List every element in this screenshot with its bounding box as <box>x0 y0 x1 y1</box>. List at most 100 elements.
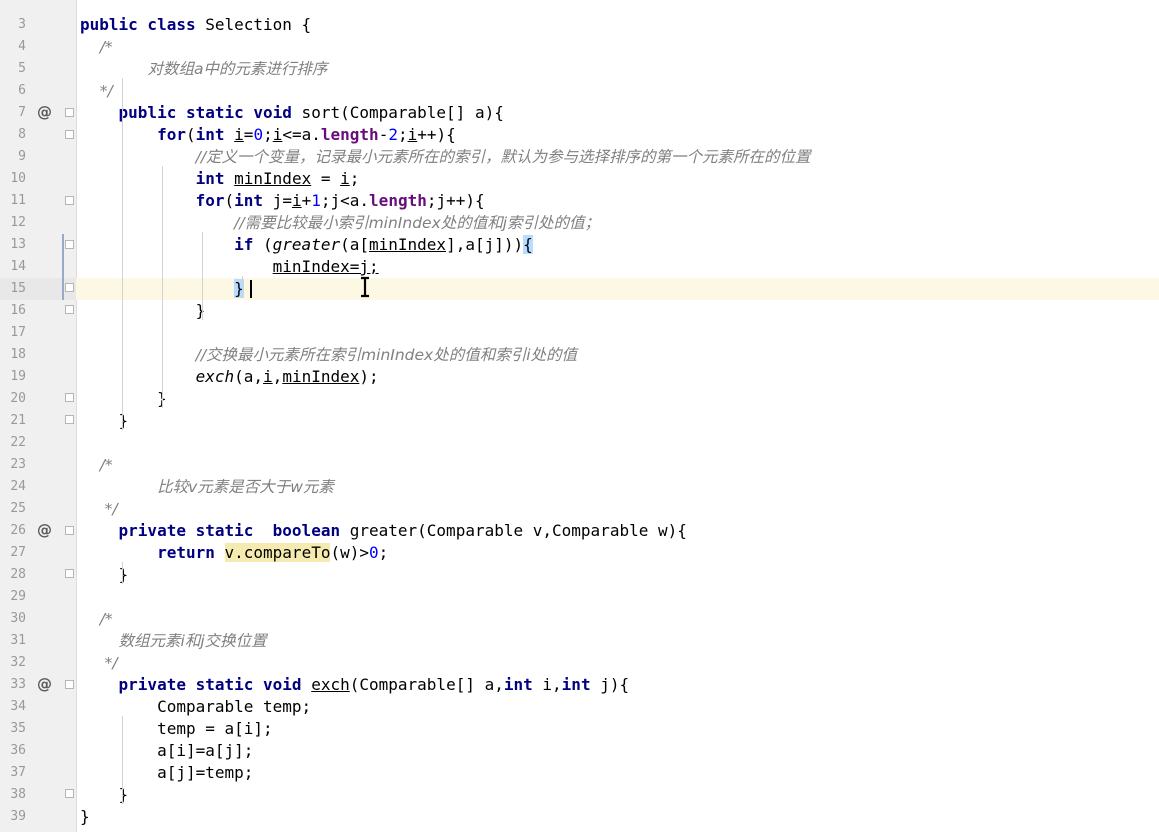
fold-marker-icon[interactable] <box>65 680 74 689</box>
at-sign-icon[interactable]: @ <box>37 103 52 121</box>
code-text[interactable]: } <box>80 389 167 409</box>
code-text[interactable]: //需要比较最小索引minIndex处的值和j索引处的值； <box>80 213 600 233</box>
code-text[interactable]: } <box>80 807 90 827</box>
code-line[interactable]: 7 @ public static void sort(Comparable[] … <box>0 102 1159 124</box>
code-text[interactable]: } <box>80 785 129 805</box>
code-text[interactable]: //定义一个变量，记录最小元素所在的索引，默认为参与选择排序的第一个元素所在的位… <box>80 147 811 167</box>
code-text[interactable]: */ <box>80 499 118 519</box>
code-line[interactable]: 32 */ <box>0 652 1159 674</box>
code-line[interactable]: 37 a[j]=temp; <box>0 762 1159 784</box>
gutter-cell: 13 <box>0 234 76 256</box>
code-line[interactable]: 23 /* <box>0 454 1159 476</box>
code-text[interactable]: */ <box>80 81 113 101</box>
code-line[interactable]: 36 a[i]=a[j]; <box>0 740 1159 762</box>
fold-marker-icon[interactable] <box>65 789 74 798</box>
code-editor[interactable]: 2 3public class Selection {4 /*5 对数组a中的元… <box>0 0 1159 832</box>
code-line[interactable]: 4 /* <box>0 36 1159 58</box>
gutter-cell: 10 <box>0 168 76 190</box>
fold-marker-icon[interactable] <box>65 305 74 314</box>
code-text[interactable]: 比较v元素是否大于w元素 <box>80 477 334 497</box>
code-line[interactable]: 10 int minIndex = i; <box>0 168 1159 190</box>
code-text[interactable]: return v.compareTo(w)>0; <box>80 543 388 563</box>
code-token: minIndex <box>282 367 360 386</box>
code-text[interactable]: exch(a,i,minIndex); <box>80 367 379 387</box>
code-text[interactable]: //交换最小元素所在索引minIndex处的值和索引i处的值 <box>80 345 577 365</box>
code-line[interactable]: 29 <box>0 586 1159 608</box>
code-token: private static <box>118 521 254 540</box>
code-text[interactable]: } <box>80 411 129 431</box>
code-text[interactable]: /* <box>80 455 113 475</box>
code-line[interactable]: 8 for(int i=0;i<=a.length-2;i++){ <box>0 124 1159 146</box>
code-line[interactable]: 15 } <box>0 278 1159 300</box>
code-text[interactable]: 对数组a中的元素进行排序 <box>80 59 327 79</box>
fold-marker-icon[interactable] <box>65 569 74 578</box>
code-line[interactable]: 5 对数组a中的元素进行排序 <box>0 58 1159 80</box>
code-line[interactable]: 35 temp = a[i]; <box>0 718 1159 740</box>
code-text[interactable]: } <box>80 301 206 321</box>
code-text[interactable]: private static boolean greater(Comparabl… <box>80 521 687 541</box>
code-text[interactable]: for(int i=0;i<=a.length-2;i++){ <box>80 125 456 145</box>
code-line[interactable]: 33 @ private static void exch(Comparable[… <box>0 674 1159 696</box>
code-line[interactable]: 14 minIndex=j; <box>0 256 1159 278</box>
code-text[interactable]: minIndex=j; <box>80 257 379 277</box>
code-line[interactable]: 30 /* <box>0 608 1159 630</box>
code-line[interactable]: 3 public class Selection { <box>0 14 1159 36</box>
code-text[interactable]: a[i]=a[j]; <box>80 741 253 761</box>
code-line[interactable]: 27 return v.compareTo(w)>0; <box>0 542 1159 564</box>
code-text[interactable]: 数组元素i和j交换位置 <box>80 631 267 651</box>
line-number: 26 <box>10 523 26 538</box>
code-line[interactable]: 18 //交换最小元素所在索引minIndex处的值和索引i处的值 <box>0 344 1159 366</box>
fold-marker-icon[interactable] <box>65 108 74 117</box>
code-line[interactable]: 9 //定义一个变量，记录最小元素所在的索引，默认为参与选择排序的第一个元素所在… <box>0 146 1159 168</box>
code-line[interactable]: 17 <box>0 322 1159 344</box>
at-sign-icon[interactable]: @ <box>37 675 52 693</box>
code-token: } <box>80 389 167 408</box>
code-text[interactable]: private static void exch(Comparable[] a,… <box>80 675 630 695</box>
code-text[interactable]: Comparable temp; <box>80 697 311 717</box>
code-line[interactable]: 11 for(int j=i+1;j<a.length;j++){ <box>0 190 1159 212</box>
fold-marker-icon[interactable] <box>65 196 74 205</box>
code-line[interactable]: 12 //需要比较最小索引minIndex处的值和j索引处的值； <box>0 212 1159 234</box>
code-text[interactable]: */ <box>80 653 118 673</box>
code-line[interactable]: 6 */ <box>0 80 1159 102</box>
code-line[interactable]: 26 @ private static boolean greater(Compa… <box>0 520 1159 542</box>
fold-marker-icon[interactable] <box>65 240 74 249</box>
code-line[interactable]: 19 exch(a,i,minIndex); <box>0 366 1159 388</box>
code-line[interactable]: 38 } <box>0 784 1159 806</box>
code-line[interactable]: 16 } <box>0 300 1159 322</box>
code-line[interactable]: 24 比较v元素是否大于w元素 <box>0 476 1159 498</box>
fold-marker-icon[interactable] <box>65 526 74 535</box>
at-sign-icon[interactable]: @ <box>37 521 52 539</box>
code-line[interactable]: 21 } <box>0 410 1159 432</box>
line-number: 16 <box>10 303 26 318</box>
code-line[interactable]: 22 <box>0 432 1159 454</box>
code-text[interactable]: public static void sort(Comparable[] a){ <box>80 103 504 123</box>
code-line[interactable]: 31 数组元素i和j交换位置 <box>0 630 1159 652</box>
code-line[interactable]: 13 if (greater(a[minIndex],a[j])){ <box>0 234 1159 256</box>
code-text[interactable]: for(int j=i+1;j<a.length;j++){ <box>80 191 485 211</box>
code-line[interactable]: 34 Comparable temp; <box>0 696 1159 718</box>
line-number: 24 <box>10 479 26 494</box>
code-text[interactable]: /* <box>80 37 113 57</box>
fold-marker-icon[interactable] <box>65 415 74 424</box>
code-text[interactable]: } <box>80 565 129 585</box>
line-number: 36 <box>10 743 26 758</box>
code-text[interactable]: /* <box>80 609 113 629</box>
fold-marker-icon[interactable] <box>65 130 74 139</box>
code-line[interactable]: 25 */ <box>0 498 1159 520</box>
code-line[interactable]: 28 } <box>0 564 1159 586</box>
code-text[interactable]: temp = a[i]; <box>80 719 273 739</box>
fold-marker-icon[interactable] <box>65 393 74 402</box>
code-token: Comparable temp; <box>80 697 312 716</box>
code-line[interactable]: 20 } <box>0 388 1159 410</box>
code-text[interactable]: public class Selection { <box>80 15 311 35</box>
code-line[interactable]: 39} <box>0 806 1159 828</box>
code-text[interactable]: a[j]=temp; <box>80 763 253 783</box>
gutter-cell: 32 <box>0 652 76 674</box>
fold-marker-icon[interactable] <box>65 283 74 292</box>
code-text[interactable]: if (greater(a[minIndex],a[j])){ <box>80 235 533 255</box>
